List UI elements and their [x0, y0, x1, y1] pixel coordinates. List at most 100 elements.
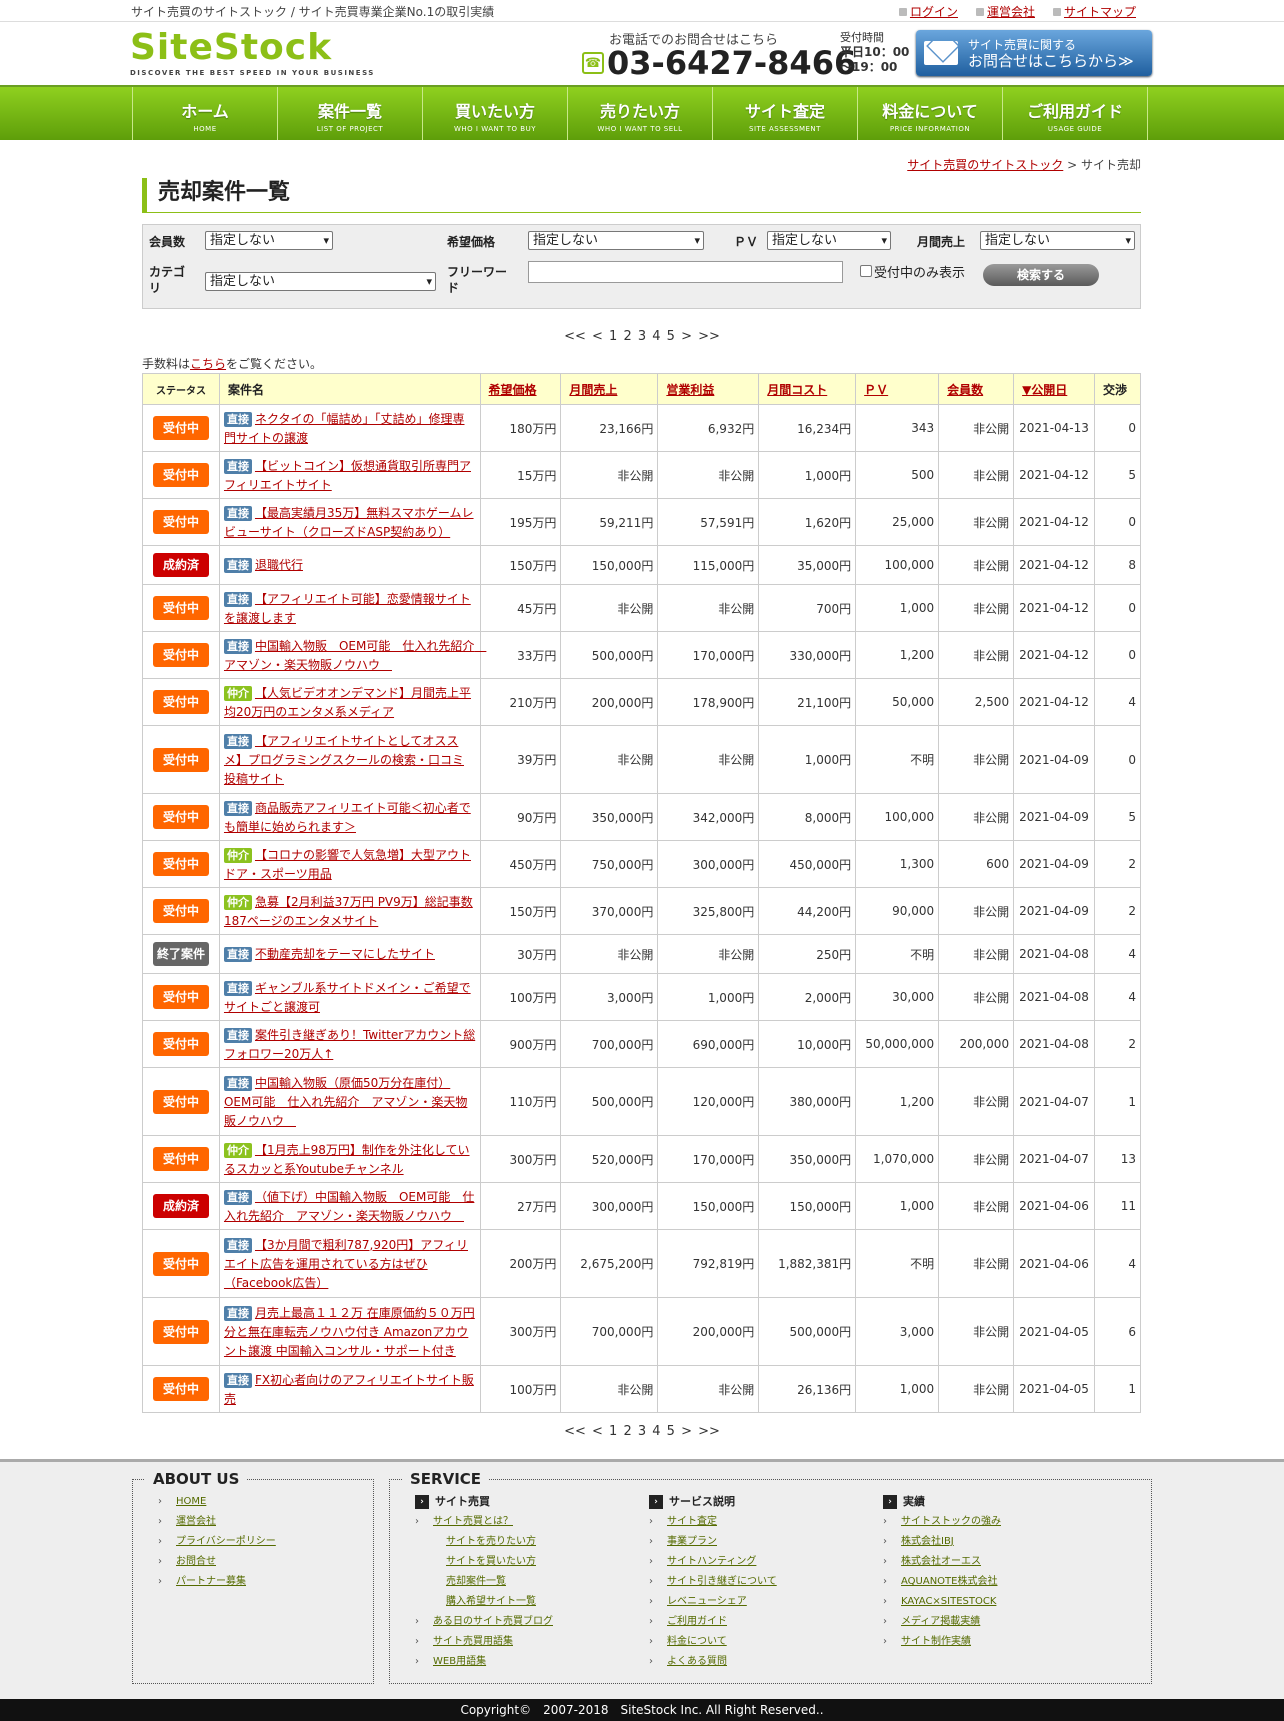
nav-assessment[interactable]: サイト査定 SITE ASSESSMENT — [713, 87, 858, 140]
pv-cell: 100,000 — [855, 793, 940, 841]
nav-projects[interactable]: 案件一覧 LIST OF PROJECT — [278, 87, 423, 140]
sales-select[interactable]: 指定しない — [980, 231, 1135, 250]
footer-link[interactable]: 運営会社 — [176, 1516, 216, 1527]
date-cell: 2021-04-09 — [1013, 887, 1095, 935]
listing-link[interactable]: 商品販売アフィリエイト可能＜初心者でも簡単に始められます＞ — [224, 801, 471, 834]
nav-sell[interactable]: 売りたい方 WHO I WANT TO SELL — [568, 87, 713, 140]
listing-link[interactable]: 【3か月間で粗利787,920円】アフィリエイト広告を運用されている方はぜひ（F… — [224, 1238, 468, 1290]
title-cell: 直接 ネクタイの「幅詰め」「丈詰め」修理専門サイトの譲渡 — [218, 404, 481, 452]
footer-link[interactable]: サイト売買とは？ — [433, 1516, 513, 1527]
listing-link[interactable]: 中国輸入物販 OEM可能 仕入れ先紹介 アマゾン・楽天物販ノウハウ — [224, 639, 486, 672]
price-select[interactable]: 指定しない — [528, 231, 704, 250]
footer-link[interactable]: サイト査定 — [667, 1516, 717, 1527]
listing-link[interactable]: （値下げ）中国輸入物販 OEM可能 仕入れ先紹介 アマゾン・楽天物販ノウハウ — [224, 1190, 474, 1223]
fee-link[interactable]: こちら — [190, 357, 226, 371]
footer-link[interactable]: サイト売買用語集 — [433, 1636, 513, 1647]
footer-link[interactable]: 株式会社IBJ — [901, 1536, 954, 1547]
logo-subtitle: DISCOVER THE BEST SPEED IN YOUR BUSINESS — [130, 69, 375, 77]
footer-link[interactable]: サイトハンティング — [667, 1556, 756, 1567]
listing-link[interactable]: 急募【2月利益37万円 PV9万】総記事数187ページのエンタメサイト — [224, 895, 473, 928]
footer-link[interactable]: 株式会社オーエス — [901, 1556, 981, 1567]
footer-link[interactable]: 売却案件一覧 — [446, 1576, 506, 1587]
table-row: 受付中 直接 【アフィリエイトサイトとしてオススメ】プログラミングスクールの検索・口… — [142, 725, 1142, 794]
nav-guide[interactable]: ご利用ガイド USAGE GUIDE — [1003, 87, 1148, 140]
listing-link[interactable]: 【アフィリエイトサイトとしてオススメ】プログラミングスクールの検索・口コミ投稿サ… — [224, 734, 464, 786]
status-cell: 受付中 — [142, 498, 220, 546]
footer-link[interactable]: ご利用ガイド — [667, 1616, 727, 1627]
footer-link[interactable]: よくある質問 — [667, 1656, 727, 1667]
negotiation-cell: 2 — [1093, 1020, 1142, 1068]
cost-cell: 16,234円 — [758, 404, 857, 452]
sort-cost[interactable]: 月間コスト — [767, 383, 827, 397]
nav-home[interactable]: ホーム HOME — [133, 87, 278, 140]
footer-link[interactable]: ある日のサイト売買ブログ — [433, 1616, 553, 1627]
nav-buy[interactable]: 買いたい方 WHO I WANT TO BUY — [423, 87, 568, 140]
listing-link[interactable]: 不動産売却をテーマにしたサイト — [255, 947, 435, 961]
profit-cell: 690,000円 — [657, 1020, 760, 1068]
search-button[interactable]: 検索する — [983, 264, 1099, 286]
footer-link[interactable]: HOME — [176, 1496, 206, 1507]
category-select[interactable]: 指定しない — [205, 272, 436, 291]
footer-link[interactable]: メディア掲載実績 — [901, 1616, 980, 1627]
listing-link[interactable]: 【1月売上98万円】制作を外注化しているスカッと系Youtubeチャンネル — [224, 1143, 470, 1176]
footer-link[interactable]: お問合せ — [176, 1556, 216, 1567]
footer-link[interactable]: パートナー募集 — [176, 1576, 246, 1587]
status-cell: 受付中 — [142, 1229, 220, 1298]
header-main: SiteStock DISCOVER THE BEST SPEED IN YOU… — [0, 21, 1284, 85]
listing-link[interactable]: 案件引き継ぎあり！Twitterアカウント総フォロワー20万人↑ — [224, 1028, 475, 1061]
footer-link[interactable]: サイトストックの強み — [901, 1516, 1001, 1527]
company-link[interactable]: 運営会社 — [975, 3, 1035, 20]
footer-link[interactable]: 購入希望サイト一覧 — [446, 1596, 536, 1607]
footer-link[interactable]: レベニューシェア — [667, 1596, 747, 1607]
login-link[interactable]: ログイン — [898, 3, 958, 20]
sort-price[interactable]: 希望価格 — [489, 383, 537, 397]
listing-link[interactable]: ギャンブル系サイトドメイン・ご希望でサイトごと譲渡可 — [224, 981, 471, 1014]
sort-date[interactable]: ▼公開日 — [1022, 383, 1067, 397]
sort-sales[interactable]: 月間売上 — [569, 383, 617, 397]
cost-cell: 150,000円 — [758, 1182, 857, 1230]
negotiation-cell: 2 — [1093, 887, 1142, 935]
pagination-top[interactable]: << < 1 2 3 4 5 > >> — [0, 329, 1284, 344]
listing-table: ステータス 案件名 希望価格 月間売上 営業利益 月間コスト ＰＶ 会員数 ▼公… — [142, 373, 1142, 1413]
members-cell: 非公開 — [938, 404, 1015, 452]
chevron-right-icon: › — [649, 1556, 653, 1567]
members-select[interactable]: 指定しない — [205, 231, 333, 250]
sitemap-link[interactable]: サイトマップ — [1052, 3, 1136, 20]
listing-link[interactable]: FX初心者向けのアフィリエイトサイト販売 — [224, 1373, 474, 1406]
listing-link[interactable]: 月売上最高１１２万 在庫原価約５０万円分と無在庫転売ノウハウ付き Amazonア… — [224, 1306, 475, 1358]
footer-link[interactable]: サイト制作実績 — [901, 1636, 971, 1647]
site-logo[interactable]: SiteStock DISCOVER THE BEST SPEED IN YOU… — [130, 30, 375, 78]
table-row: 受付中 直接 中国輸入物販 OEM可能 仕入れ先紹介 アマゾン・楽天物販ノウハウ 3… — [142, 631, 1142, 679]
price-label: 希望価格 — [447, 235, 496, 249]
listing-link[interactable]: 【最高実績月35万】無料スマホゲームレビューサイト（クローズドASP契約あり） — [224, 506, 474, 539]
footer-link[interactable]: WEB用語集 — [433, 1656, 486, 1667]
footer-link[interactable]: サイト引き継ぎについて — [667, 1576, 777, 1587]
sort-members[interactable]: 会員数 — [947, 383, 983, 397]
footer-link[interactable]: プライバシーポリシー — [176, 1536, 276, 1547]
contact-button[interactable]: サイト売買に関する お問合せはこちらから≫ — [916, 30, 1152, 76]
pagination-bottom[interactable]: << < 1 2 3 4 5 > >> — [0, 1424, 1284, 1439]
listing-link[interactable]: 退職代行 — [255, 558, 303, 572]
freeword-input[interactable] — [528, 261, 843, 283]
pv-select[interactable]: 指定しない — [767, 231, 891, 250]
footer-link[interactable]: 事業プラン — [667, 1536, 717, 1547]
listing-link[interactable]: 【アフィリエイト可能】恋愛情報サイトを譲渡します — [224, 592, 471, 625]
footer-link[interactable]: サイトを売りたい方 — [446, 1536, 536, 1547]
footer-link[interactable]: 料金について — [667, 1636, 727, 1647]
listing-link[interactable]: ネクタイの「幅詰め」「丈詰め」修理専門サイトの譲渡 — [224, 412, 465, 445]
breadcrumb-home-link[interactable]: サイト売買のサイトストック — [907, 158, 1063, 172]
nav-price[interactable]: 料金について PRICE INFORMATION — [858, 87, 1003, 140]
sort-pv[interactable]: ＰＶ — [864, 383, 888, 397]
footer-link[interactable]: KAYAC×SITESTOCK — [901, 1596, 996, 1607]
listing-link[interactable]: 【ビットコイン】仮想通貨取引所専門アフィリエイトサイト — [224, 459, 471, 492]
sort-profit[interactable]: 営業利益 — [666, 383, 714, 397]
accepting-only-checkbox[interactable] — [860, 265, 872, 277]
table-row: 受付中 直接 月売上最高１１２万 在庫原価約５０万円分と無在庫転売ノウハウ付き Am… — [142, 1297, 1142, 1366]
footer-link[interactable]: サイトを買いたい方 — [446, 1556, 536, 1567]
status-cell: 受付中 — [142, 451, 220, 499]
sales-cell: 非公開 — [560, 584, 659, 632]
listing-link[interactable]: 中国輸入物販（原価50万分在庫付）OEM可能 仕入れ先紹介 アマゾン・楽天物販ノ… — [224, 1076, 467, 1128]
listing-link[interactable]: 【コロナの影響で人気急増】大型アウトドア・スポーツ用品 — [224, 848, 471, 881]
listing-link[interactable]: 【人気ビデオオンデマンド】月間売上平均20万円のエンタメ系メディア — [224, 686, 471, 719]
footer-link[interactable]: AQUANOTE株式会社 — [901, 1576, 997, 1587]
